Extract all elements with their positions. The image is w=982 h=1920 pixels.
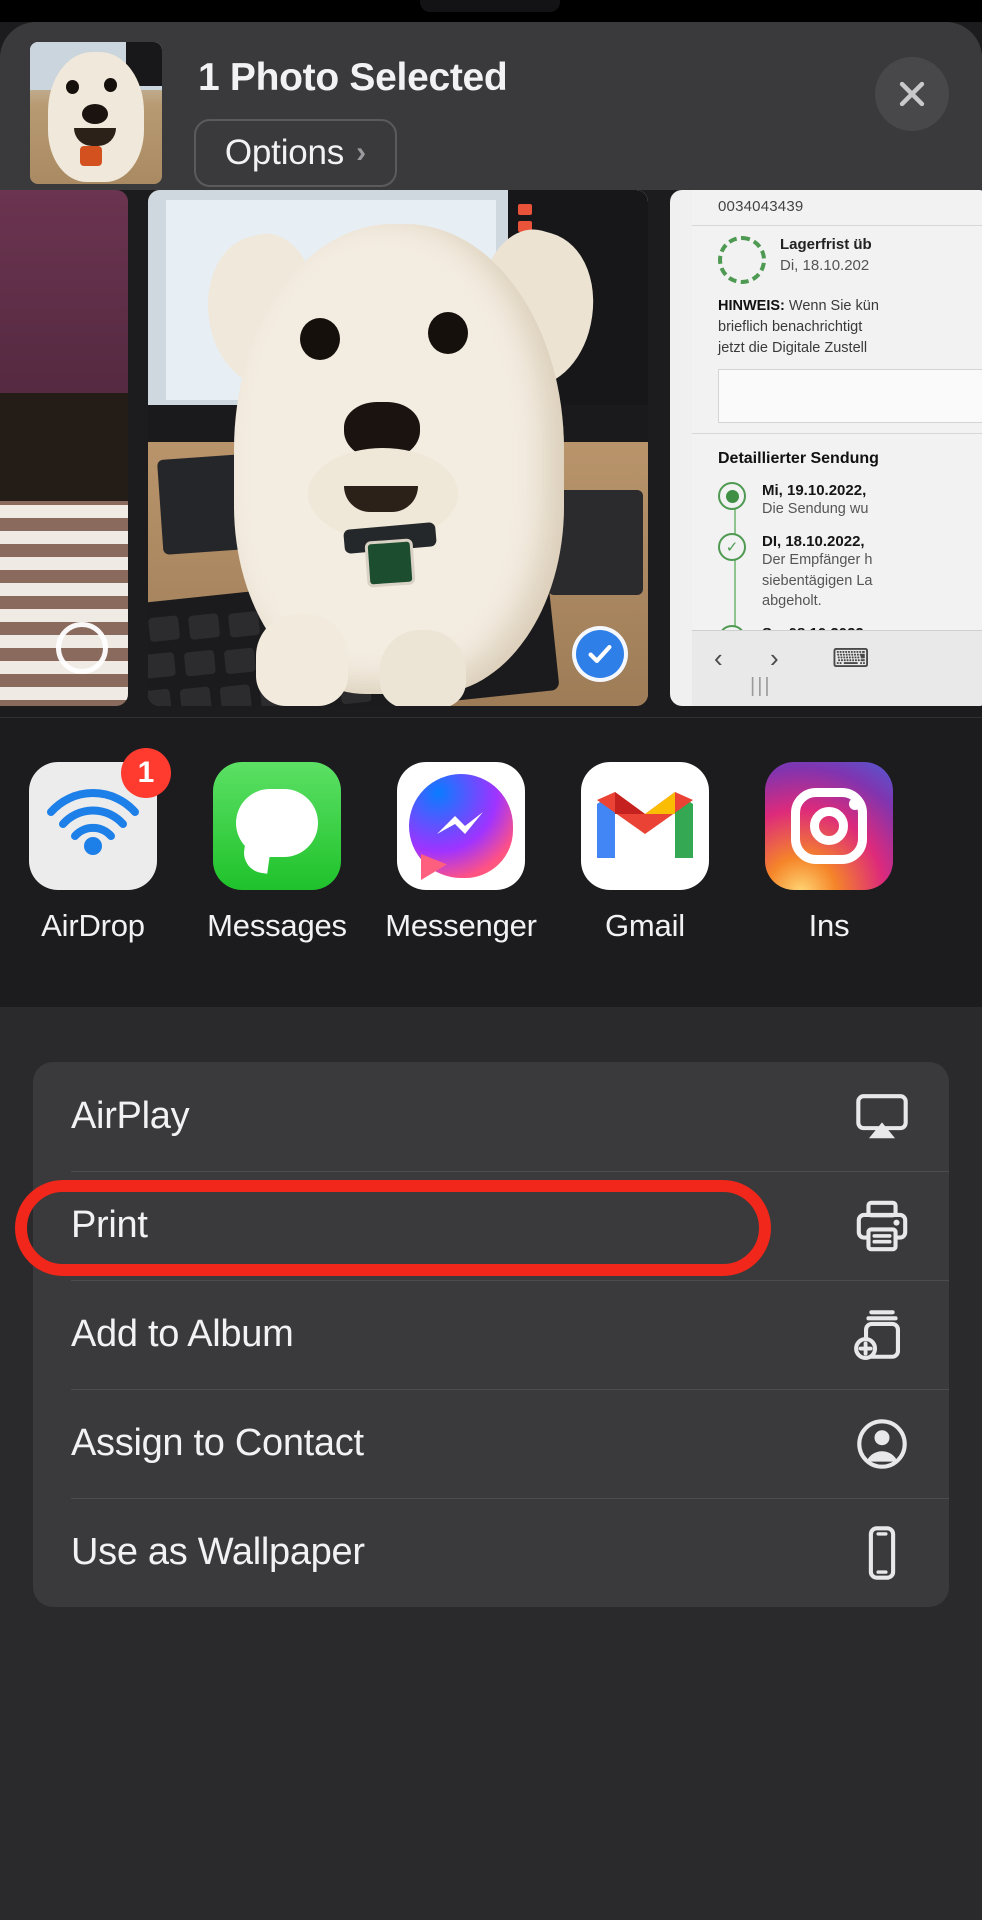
share-sheet: 1 Photo Selected Options › emis: [0, 22, 982, 1920]
timeline-line: Der Empfänger h: [762, 552, 873, 569]
cta-line-2: a: [729, 396, 982, 414]
tracking-number: 0034043439: [718, 198, 804, 215]
share-app-messenger[interactable]: Messenger: [381, 762, 541, 944]
timeline-date: Mi, 19.10.2022,: [762, 482, 867, 500]
airplay-icon: [851, 1086, 913, 1148]
action-label: Assign to Contact: [71, 1422, 364, 1464]
tracking-document-image: 0034043439 Lagerfrist üb Di, 18.10.202 H…: [670, 190, 982, 706]
share-app-airdrop[interactable]: 1 AirDrop: [13, 748, 173, 944]
gmail-icon: [581, 762, 709, 890]
share-app-label: AirDrop: [41, 908, 145, 943]
selection-indicator-unselected[interactable]: [56, 622, 108, 674]
action-label: AirPlay: [71, 1095, 190, 1137]
share-app-instagram[interactable]: Ins: [749, 762, 909, 944]
document-browser-navbar[interactable]: ‹ › ⌨ |||: [692, 630, 982, 706]
hint-line-2: brieflich benachrichtigt: [718, 319, 863, 336]
dynamic-island: [420, 0, 560, 12]
timeline-date: DI, 18.10.2022,: [762, 533, 865, 551]
storage-date: Di, 18.10.202: [780, 257, 870, 274]
share-app-label: Messenger: [385, 908, 537, 943]
share-sheet-header: 1 Photo Selected Options ›: [0, 22, 982, 190]
hint-block: HINWEIS: Wenn Sie kün brieflich benachri…: [718, 296, 982, 359]
carousel-item-dog[interactable]: [148, 190, 648, 706]
share-app-label: Gmail: [605, 908, 685, 943]
messenger-bolt-glyph: [437, 812, 483, 834]
messenger-icon: [397, 762, 525, 890]
hint-label: HINWEIS:: [718, 298, 785, 314]
photo-carousel[interactable]: emistry teacher e the survival r he'll b…: [0, 190, 982, 717]
close-icon: [899, 81, 925, 107]
share-app-label: Ins: [808, 908, 850, 943]
meme-mid-image: ference cture: [0, 393, 128, 501]
contact-icon: [851, 1413, 913, 1475]
instagram-icon: [765, 762, 893, 890]
selected-photo-thumbnail[interactable]: [30, 42, 162, 184]
share-action-list[interactable]: AirPlay Print Add to Album Assign to Con…: [33, 1062, 949, 1607]
action-add-to-album[interactable]: Add to Album: [33, 1280, 949, 1389]
screenshot-root: 1 Photo Selected Options › emis: [0, 0, 982, 1920]
timeline-check-icon: ✓: [718, 533, 746, 562]
add-to-album-icon: [851, 1304, 913, 1366]
timeline-current-icon: [718, 482, 746, 511]
airdrop-icon: 1: [29, 748, 171, 890]
wallpaper-icon: [851, 1522, 913, 1584]
options-button-label: Options: [224, 133, 345, 172]
page-title: 1 Photo Selected: [198, 56, 508, 99]
timeline-line: siebentägigen La: [762, 572, 873, 589]
share-app-label: Messages: [207, 908, 347, 943]
status-bar-strip: [0, 0, 982, 22]
action-label: Add to Album: [71, 1313, 294, 1355]
dog-photo-image: [148, 190, 648, 706]
hint-line-1: Wenn Sie kün: [788, 298, 879, 314]
action-label: Print: [71, 1204, 148, 1246]
home-icon[interactable]: ⌨: [832, 643, 870, 674]
timeline-line: abgeholt.: [762, 592, 822, 609]
detail-heading: Detaillierter Sendung: [718, 450, 879, 468]
options-button[interactable]: Options ›: [194, 119, 397, 187]
cta-line-1: Digitale Zust: [729, 378, 982, 396]
selection-indicator-selected[interactable]: [572, 626, 628, 682]
blinds-image: [0, 501, 128, 706]
printer-icon: [851, 1195, 913, 1257]
close-button[interactable]: [875, 57, 949, 131]
chevron-right-icon: ›: [356, 136, 367, 169]
chevron-right-icon[interactable]: ›: [770, 643, 779, 674]
gmail-m-glyph: [597, 792, 693, 858]
airdrop-badge: 1: [121, 748, 171, 798]
action-use-as-wallpaper[interactable]: Use as Wallpaper: [33, 1498, 949, 1607]
action-assign-to-contact[interactable]: Assign to Contact: [33, 1389, 949, 1498]
tabs-indicator[interactable]: |||: [750, 675, 772, 698]
share-app-messages[interactable]: Messages: [197, 762, 357, 944]
action-print[interactable]: Print: [33, 1171, 949, 1280]
storage-ring-icon: [718, 236, 766, 284]
share-app-row[interactable]: 1 AirDrop Messages Messenger Gmail Ins: [0, 717, 982, 1007]
carousel-item-meme[interactable]: emistry teacher e the survival r he'll b…: [0, 190, 128, 706]
digital-delivery-cta[interactable]: Digitale Zust a: [718, 369, 982, 424]
timeline-line: Die Sendung wu: [762, 501, 869, 518]
chevron-left-icon[interactable]: ‹: [714, 643, 723, 674]
share-app-gmail[interactable]: Gmail: [565, 762, 725, 944]
timeline-item: ✓ DI, 18.10.2022, Der Empfänger h sieben…: [718, 533, 982, 611]
carousel-item-document[interactable]: 0034043439 Lagerfrist üb Di, 18.10.202 H…: [670, 190, 982, 706]
action-label: Use as Wallpaper: [71, 1531, 365, 1573]
checkmark-icon: [588, 645, 612, 663]
storage-title: Lagerfrist üb: [780, 236, 872, 253]
hint-line-3: jetzt die Digitale Zustell: [718, 340, 868, 357]
messages-icon: [213, 762, 341, 890]
action-airplay[interactable]: AirPlay: [33, 1062, 949, 1171]
timeline-item: Mi, 19.10.2022, Die Sendung wu: [718, 482, 982, 519]
